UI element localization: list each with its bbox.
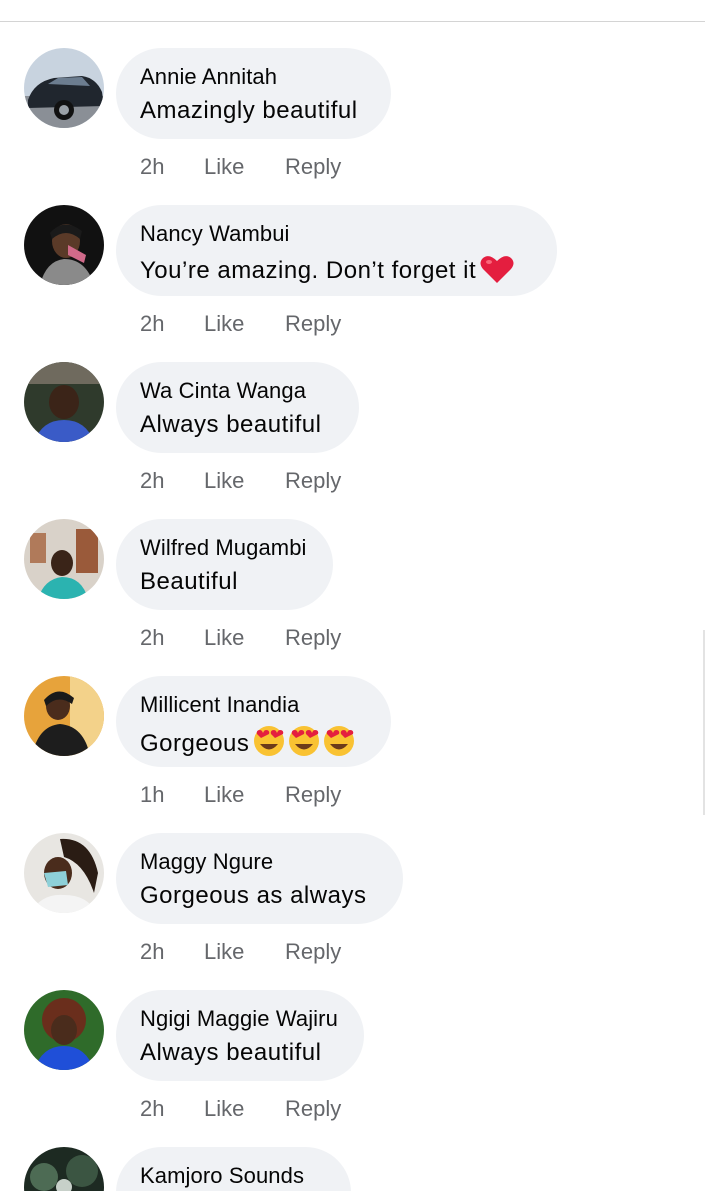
avatar-portrait-image [24, 1147, 104, 1191]
avatar-car-image [24, 48, 104, 128]
comment-text: You’re amazing. Don’t forget it [140, 254, 514, 291]
comment-timestamp[interactable]: 2h [140, 154, 164, 180]
comment-bubble: Wilfred Mugambi Beautiful [116, 519, 333, 610]
comment-bubble: Maggy Ngure Gorgeous as always [116, 833, 403, 924]
comment-text: Gorgeous as always [140, 882, 367, 909]
comment-bubble: Millicent Inandia Gorgeous [116, 676, 391, 767]
avatar[interactable] [24, 833, 104, 913]
reply-button[interactable]: Reply [285, 468, 341, 494]
comment-text: Always beautiful [140, 1039, 322, 1066]
comment-item: Nancy Wambui You’re amazing. Don’t forge… [0, 205, 705, 362]
comment-author[interactable]: Millicent Inandia [140, 692, 299, 718]
comment-item: Ngigi Maggie Wajiru Always beautiful 2h … [0, 990, 705, 1147]
avatar[interactable] [24, 990, 104, 1070]
avatar-portrait-image [24, 362, 104, 442]
reply-button[interactable]: Reply [285, 154, 341, 180]
avatar[interactable] [24, 676, 104, 756]
avatar-portrait-image [24, 833, 104, 913]
reply-button[interactable]: Reply [285, 625, 341, 651]
like-button[interactable]: Like [204, 468, 244, 494]
comment-text: Beautiful [140, 568, 238, 595]
like-button[interactable]: Like [204, 1096, 244, 1122]
comment-item: Kamjoro Sounds [0, 1147, 705, 1191]
comment-item: Annie Annitah Amazingly beautiful 2h Lik… [0, 48, 705, 205]
avatar-portrait-image [24, 676, 104, 756]
avatar[interactable] [24, 1147, 104, 1191]
comment-author[interactable]: Maggy Ngure [140, 849, 273, 875]
comment-timestamp[interactable]: 2h [140, 311, 164, 337]
avatar[interactable] [24, 48, 104, 128]
comment-text: Always beautiful [140, 411, 322, 438]
comment-item: Wilfred Mugambi Beautiful 2h Like Reply [0, 519, 705, 676]
comment-item: Millicent Inandia Gorgeous 1h Like Reply [0, 676, 705, 833]
like-button[interactable]: Like [204, 154, 244, 180]
comment-item: Maggy Ngure Gorgeous as always 2h Like R… [0, 833, 705, 990]
like-button[interactable]: Like [204, 939, 244, 965]
reply-button[interactable]: Reply [285, 1096, 341, 1122]
comment-timestamp[interactable]: 2h [140, 1096, 164, 1122]
reply-button[interactable]: Reply [285, 782, 341, 808]
avatar-portrait-image [24, 519, 104, 599]
comment-bubble: Kamjoro Sounds [116, 1147, 351, 1191]
comment-timestamp[interactable]: 1h [140, 782, 164, 808]
top-divider [0, 21, 705, 22]
comment-bubble: Wa Cinta Wanga Always beautiful [116, 362, 359, 453]
comment-timestamp[interactable]: 2h [140, 625, 164, 651]
avatar-portrait-image [24, 990, 104, 1070]
comment-author[interactable]: Annie Annitah [140, 64, 277, 90]
avatar[interactable] [24, 205, 104, 285]
like-button[interactable]: Like [204, 311, 244, 337]
comment-author[interactable]: Nancy Wambui [140, 221, 290, 247]
comment-item: Wa Cinta Wanga Always beautiful 2h Like … [0, 362, 705, 519]
comment-bubble: Annie Annitah Amazingly beautiful [116, 48, 391, 139]
like-button[interactable]: Like [204, 782, 244, 808]
avatar-portrait-image [24, 205, 104, 285]
comment-author[interactable]: Ngigi Maggie Wajiru [140, 1006, 338, 1032]
like-button[interactable]: Like [204, 625, 244, 651]
reply-button[interactable]: Reply [285, 311, 341, 337]
comment-text-content: Gorgeous [140, 730, 250, 757]
avatar[interactable] [24, 519, 104, 599]
heart-eyes-emoji-icon [253, 725, 357, 764]
reply-button[interactable]: Reply [285, 939, 341, 965]
comment-timestamp[interactable]: 2h [140, 939, 164, 965]
comment-author[interactable]: Kamjoro Sounds [140, 1163, 304, 1189]
red-heart-icon [480, 254, 514, 291]
comment-bubble: Nancy Wambui You’re amazing. Don’t forge… [116, 205, 557, 296]
avatar[interactable] [24, 362, 104, 442]
comment-text-content: You’re amazing. Don’t forget it [140, 257, 477, 284]
comment-timestamp[interactable]: 2h [140, 468, 164, 494]
comment-author[interactable]: Wilfred Mugambi [140, 535, 307, 561]
comment-author[interactable]: Wa Cinta Wanga [140, 378, 306, 404]
comment-text: Gorgeous [140, 725, 357, 764]
comment-bubble: Ngigi Maggie Wajiru Always beautiful [116, 990, 364, 1081]
comment-text: Amazingly beautiful [140, 97, 358, 124]
